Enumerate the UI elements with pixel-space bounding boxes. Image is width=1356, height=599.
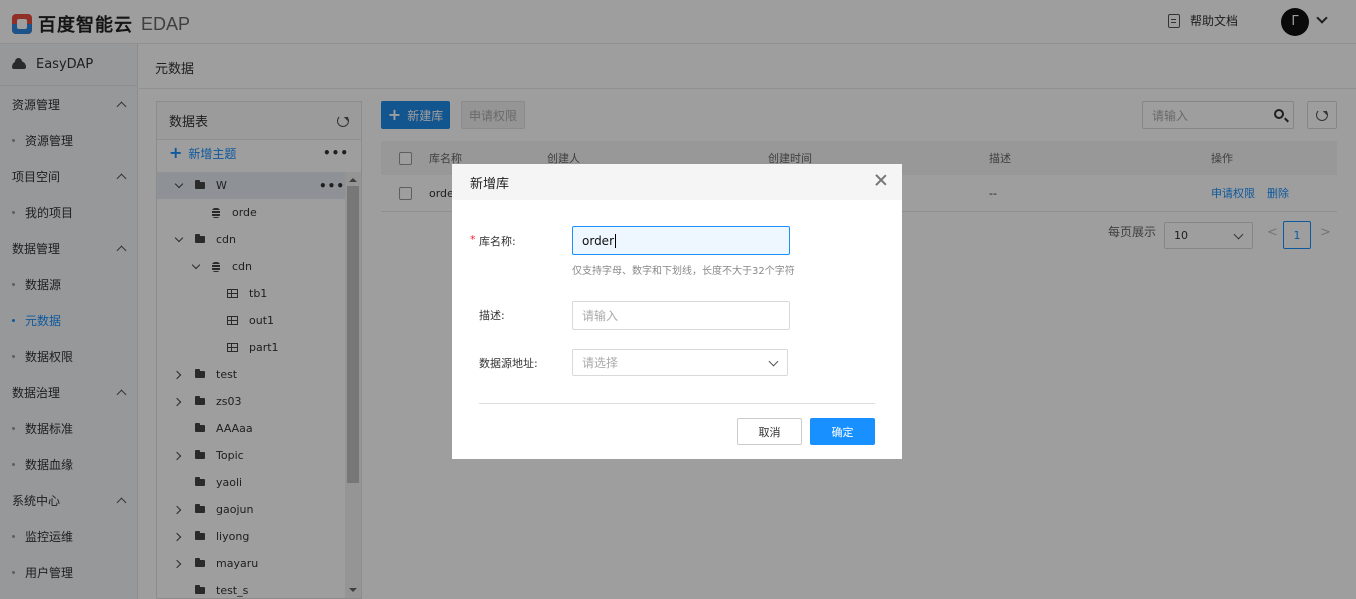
- cancel-button[interactable]: 取消: [737, 418, 802, 445]
- source-placeholder: 请选择: [582, 356, 619, 370]
- db-name-label: * 库名称:: [470, 233, 516, 249]
- text-cursor: [615, 233, 616, 248]
- db-name-input[interactable]: order: [572, 226, 790, 255]
- close-icon[interactable]: [875, 174, 887, 186]
- dialog-title: 新增库: [470, 176, 510, 192]
- desc-placeholder: 请输入: [582, 309, 619, 323]
- db-name-label-text: 库名称:: [479, 235, 516, 248]
- app-window: { "header": { "brand": "百度智能云", "product…: [0, 0, 1356, 599]
- new-db-dialog: 新增库 * 库名称: order 仅支持字母、数字和下划线，长度不大于32个字符 …: [452, 164, 902, 459]
- dialog-header: 新增库: [452, 164, 902, 200]
- db-name-value: order: [582, 233, 614, 248]
- desc-label: 描述:: [479, 309, 505, 322]
- required-marker: *: [470, 233, 476, 246]
- source-select[interactable]: 请选择: [572, 349, 788, 376]
- source-label: 数据源地址:: [479, 357, 538, 370]
- desc-input[interactable]: 请输入: [572, 301, 790, 330]
- dialog-divider: [479, 403, 875, 404]
- db-name-hint: 仅支持字母、数字和下划线，长度不大于32个字符: [572, 266, 795, 277]
- confirm-button[interactable]: 确定: [810, 418, 875, 445]
- chevron-down-icon: [768, 356, 779, 367]
